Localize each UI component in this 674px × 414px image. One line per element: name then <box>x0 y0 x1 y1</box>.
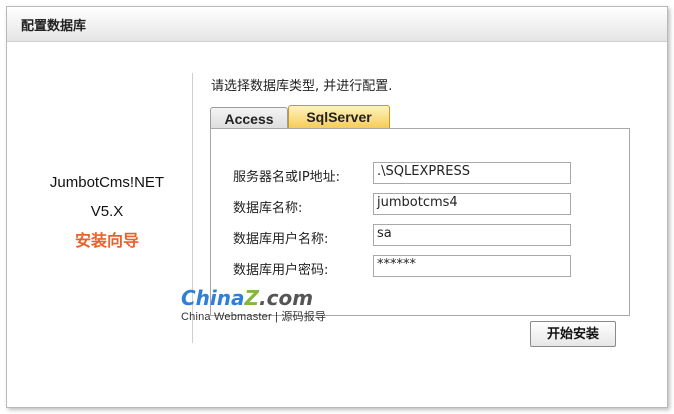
setup-window: 配置数据库 JumbotCms!NET V5.X 安装向导 请选择数据库类型, … <box>6 6 668 408</box>
server-input[interactable]: .\SQLEXPRESS <box>373 162 571 184</box>
database-label: 数据库名称: <box>233 201 303 216</box>
chinaz-logo: ChinaZ.com <box>181 286 314 310</box>
product-subtitle: 安装向导 <box>74 231 139 250</box>
title-bar: 配置数据库 <box>7 7 667 42</box>
database-input[interactable]: jumbotcms4 <box>373 193 571 215</box>
tab-access[interactable]: Access <box>210 107 288 130</box>
server-label: 服务器名或IP地址: <box>233 170 341 185</box>
password-input[interactable]: ****** <box>373 255 571 277</box>
username-input[interactable]: sa <box>373 224 571 246</box>
chinaz-watermark: ChinaZ.com China Webmaster | 源码报导 <box>181 286 326 324</box>
start-install-button[interactable]: 开始安装 <box>530 321 616 347</box>
product-version: V5.X <box>90 203 124 220</box>
watermark-subtext: China Webmaster | 源码报导 <box>181 311 327 323</box>
username-row: 数据库用户名称: sa <box>211 224 629 248</box>
server-row: 服务器名或IP地址: .\SQLEXPRESS <box>211 162 629 186</box>
window-title: 配置数据库 <box>21 19 87 34</box>
product-info-panel: JumbotCms!NET V5.X 安装向导 <box>7 42 191 402</box>
password-label: 数据库用户密码: <box>233 263 329 278</box>
database-row: 数据库名称: jumbotcms4 <box>211 193 629 217</box>
instruction-text: 请选择数据库类型, 并进行配置. <box>211 79 393 94</box>
username-label: 数据库用户名称: <box>233 232 329 247</box>
password-row: 数据库用户密码: ****** <box>211 255 629 279</box>
product-name: JumbotCms!NET <box>49 174 165 191</box>
